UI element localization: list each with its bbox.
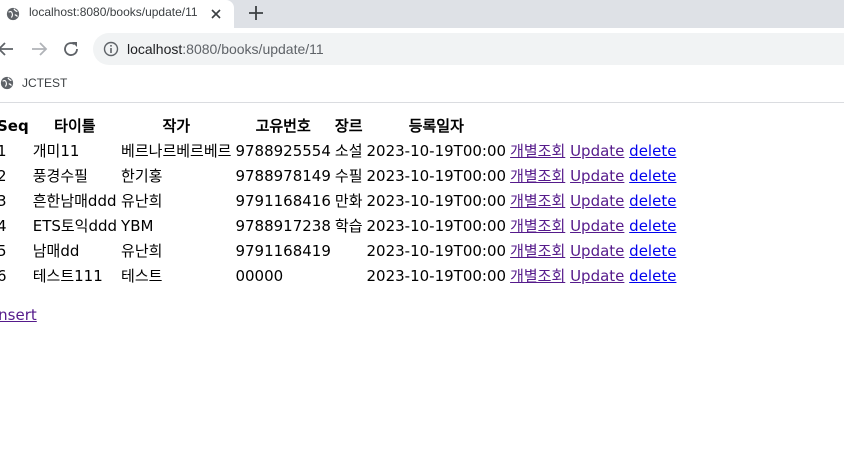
globe-icon — [6, 7, 20, 21]
view-link[interactable]: 개별조회 — [510, 267, 565, 285]
cell-title: 흔한남매ddd — [32, 192, 117, 210]
update-link[interactable]: Update — [570, 267, 624, 285]
cell-isbn: 9791168419 — [235, 242, 331, 260]
cell-title: 테스트111 — [32, 267, 103, 285]
update-link[interactable]: Update — [570, 192, 624, 210]
cell-date: 2023-10-19T00:00 — [366, 142, 507, 160]
table-row: 2 풍경수필 한기홍 9788978149 수필 2023-10-19T00:0… — [0, 165, 677, 188]
cell-author: 한기홍 — [121, 167, 163, 185]
table-row: 5 남매dd 유난희 9791168419 2023-10-19T00:00 개… — [0, 240, 677, 263]
globe-icon — [0, 76, 14, 90]
header-date: 등록일자 — [408, 117, 464, 135]
back-arrow-icon[interactable] — [0, 39, 16, 59]
cell-genre: 만화 — [334, 192, 363, 210]
update-link[interactable]: Update — [570, 167, 624, 185]
url-host: localhost — [127, 41, 183, 57]
cell-seq: 4 — [0, 217, 7, 235]
cell-actions: 개별조회 Update delete — [509, 265, 677, 288]
delete-link[interactable]: delete — [629, 167, 676, 185]
delete-link[interactable]: delete — [629, 192, 676, 210]
books-table: Seq 타이틀 작가 고유번호 장르 등록일자 1 개미11 베르나르베르베르 … — [0, 113, 679, 290]
view-link[interactable]: 개별조회 — [510, 217, 565, 235]
cell-seq: 2 — [0, 167, 7, 185]
table-row: 6 테스트111 테스트 00000 2023-10-19T00:00 개별조회… — [0, 265, 677, 288]
cell-actions: 개별조회 Update delete — [509, 140, 677, 163]
cell-seq: 1 — [0, 142, 7, 160]
cell-title: ETS토익ddd — [32, 217, 118, 235]
cell-author: 베르나르베르베르 — [121, 142, 232, 160]
cell-isbn: 9788925554 — [235, 142, 331, 160]
bookmarks-bar: JCTEST — [0, 69, 844, 103]
delete-link[interactable]: delete — [629, 142, 676, 160]
new-tab-icon[interactable] — [246, 3, 266, 23]
info-icon[interactable] — [103, 41, 119, 57]
header-seq: Seq — [0, 117, 29, 135]
view-link[interactable]: 개별조회 — [510, 167, 565, 185]
cell-actions: 개별조회 Update delete — [509, 240, 677, 263]
header-isbn: 고유번호 — [255, 117, 311, 135]
cell-date: 2023-10-19T00:00 — [366, 267, 507, 285]
header-genre: 장르 — [334, 117, 363, 135]
cell-title: 개미11 — [32, 142, 80, 160]
update-link[interactable]: Update — [570, 217, 624, 235]
tab-title: localhost:8080/books/update/11 — [29, 5, 198, 19]
cell-date: 2023-10-19T00:00 — [366, 217, 507, 235]
cell-date: 2023-10-19T00:00 — [366, 167, 507, 185]
header-title: 타이틀 — [54, 117, 96, 135]
cell-author: 유난희 — [121, 242, 163, 260]
cell-seq: 6 — [0, 267, 7, 285]
insert-link[interactable]: insert — [0, 305, 37, 326]
cell-seq: 5 — [0, 242, 7, 260]
forward-arrow-icon[interactable] — [29, 39, 49, 59]
page-content: Seq 타이틀 작가 고유번호 장르 등록일자 1 개미11 베르나르베르베르 … — [0, 103, 844, 449]
delete-link[interactable]: delete — [629, 217, 676, 235]
table-row: 3 흔한남매ddd 유난희 9791168416 만화 2023-10-19T0… — [0, 190, 677, 213]
cell-actions: 개별조회 Update delete — [509, 215, 677, 238]
delete-link[interactable]: delete — [629, 267, 676, 285]
url-path: :8080/books/update/11 — [182, 41, 324, 57]
bookmark-jctest[interactable]: JCTEST — [22, 75, 67, 91]
close-icon[interactable] — [208, 6, 224, 22]
view-link[interactable]: 개별조회 — [510, 142, 565, 160]
update-link[interactable]: Update — [570, 242, 624, 260]
view-link[interactable]: 개별조회 — [510, 192, 565, 210]
delete-link[interactable]: delete — [629, 242, 676, 260]
url-text[interactable]: localhost:8080/books/update/11 — [127, 40, 324, 58]
cell-author: 유난희 — [121, 192, 163, 210]
cell-genre — [334, 240, 364, 263]
cell-title: 남매dd — [32, 242, 80, 260]
header-author: 작가 — [162, 117, 191, 135]
update-link[interactable]: Update — [570, 142, 624, 160]
cell-date: 2023-10-19T00:00 — [366, 242, 507, 260]
cell-date: 2023-10-19T00:00 — [366, 192, 507, 210]
cell-title: 풍경수필 — [32, 167, 88, 185]
table-row: 1 개미11 베르나르베르베르 9788925554 소설 2023-10-19… — [0, 140, 677, 163]
reload-icon[interactable] — [61, 39, 81, 59]
cell-isbn: 9788917238 — [235, 217, 331, 235]
view-link[interactable]: 개별조회 — [510, 242, 565, 260]
cell-genre: 학습 — [334, 217, 363, 235]
browser-toolbar: localhost:8080/books/update/11 — [0, 28, 844, 69]
cell-author: YBM — [121, 217, 154, 235]
cell-seq: 3 — [0, 192, 7, 210]
active-tab[interactable]: localhost:8080/books/update/11 — [0, 0, 234, 28]
cell-actions: 개별조회 Update delete — [509, 165, 677, 188]
cell-genre: 소설 — [334, 142, 363, 160]
address-bar[interactable]: localhost:8080/books/update/11 — [93, 33, 844, 65]
cell-isbn: 9791168416 — [235, 192, 331, 210]
table-row: 4 ETS토익ddd YBM 9788917238 학습 2023-10-19T… — [0, 215, 677, 238]
cell-isbn: 00000 — [235, 267, 284, 285]
tab-strip: localhost:8080/books/update/11 — [0, 0, 844, 28]
cell-genre: 수필 — [334, 167, 363, 185]
cell-isbn: 9788978149 — [235, 167, 331, 185]
cell-genre — [334, 265, 364, 288]
cell-author: 테스트 — [121, 267, 163, 285]
cell-actions: 개별조회 Update delete — [509, 190, 677, 213]
table-header-row: Seq 타이틀 작가 고유번호 장르 등록일자 — [0, 115, 677, 138]
